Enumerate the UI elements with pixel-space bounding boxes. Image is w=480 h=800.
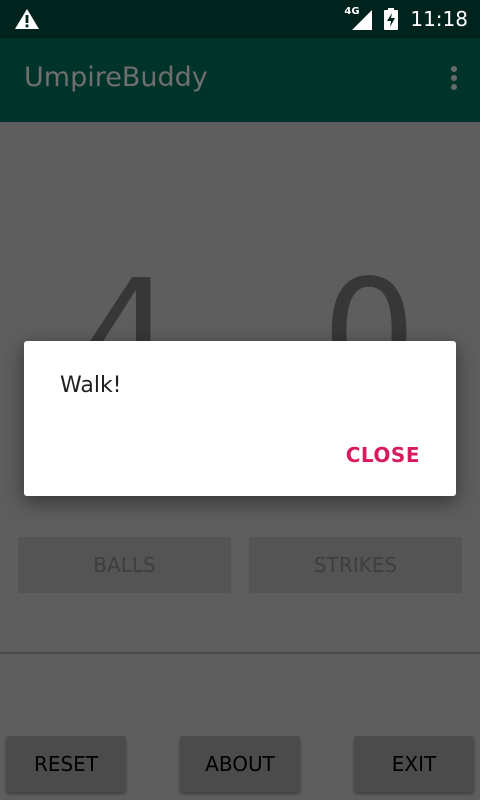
status-icons: 4G 11:18 xyxy=(344,0,468,38)
signal-icon xyxy=(352,10,373,30)
dialog-close-button[interactable]: CLOSE xyxy=(346,443,420,467)
dialog-message: Walk! xyxy=(60,373,122,398)
more-vert-icon[interactable] xyxy=(450,66,458,94)
status-bar: 4G 11:18 xyxy=(0,0,480,38)
network-indicator: 4G xyxy=(344,6,373,30)
warning-icon xyxy=(15,9,39,29)
app-title: UmpireBuddy xyxy=(24,62,208,93)
exit-button[interactable]: EXIT xyxy=(354,736,474,792)
app-bar: UmpireBuddy xyxy=(0,38,480,122)
divider xyxy=(0,652,480,654)
strikes-button[interactable]: STRIKES xyxy=(249,537,462,593)
reset-button[interactable]: RESET xyxy=(6,736,126,792)
about-button[interactable]: ABOUT xyxy=(180,736,300,792)
battery-charging-icon xyxy=(384,8,399,30)
alert-dialog: Walk! CLOSE xyxy=(24,341,456,496)
status-time: 11:18 xyxy=(410,7,468,31)
balls-button[interactable]: BALLS xyxy=(18,537,231,593)
